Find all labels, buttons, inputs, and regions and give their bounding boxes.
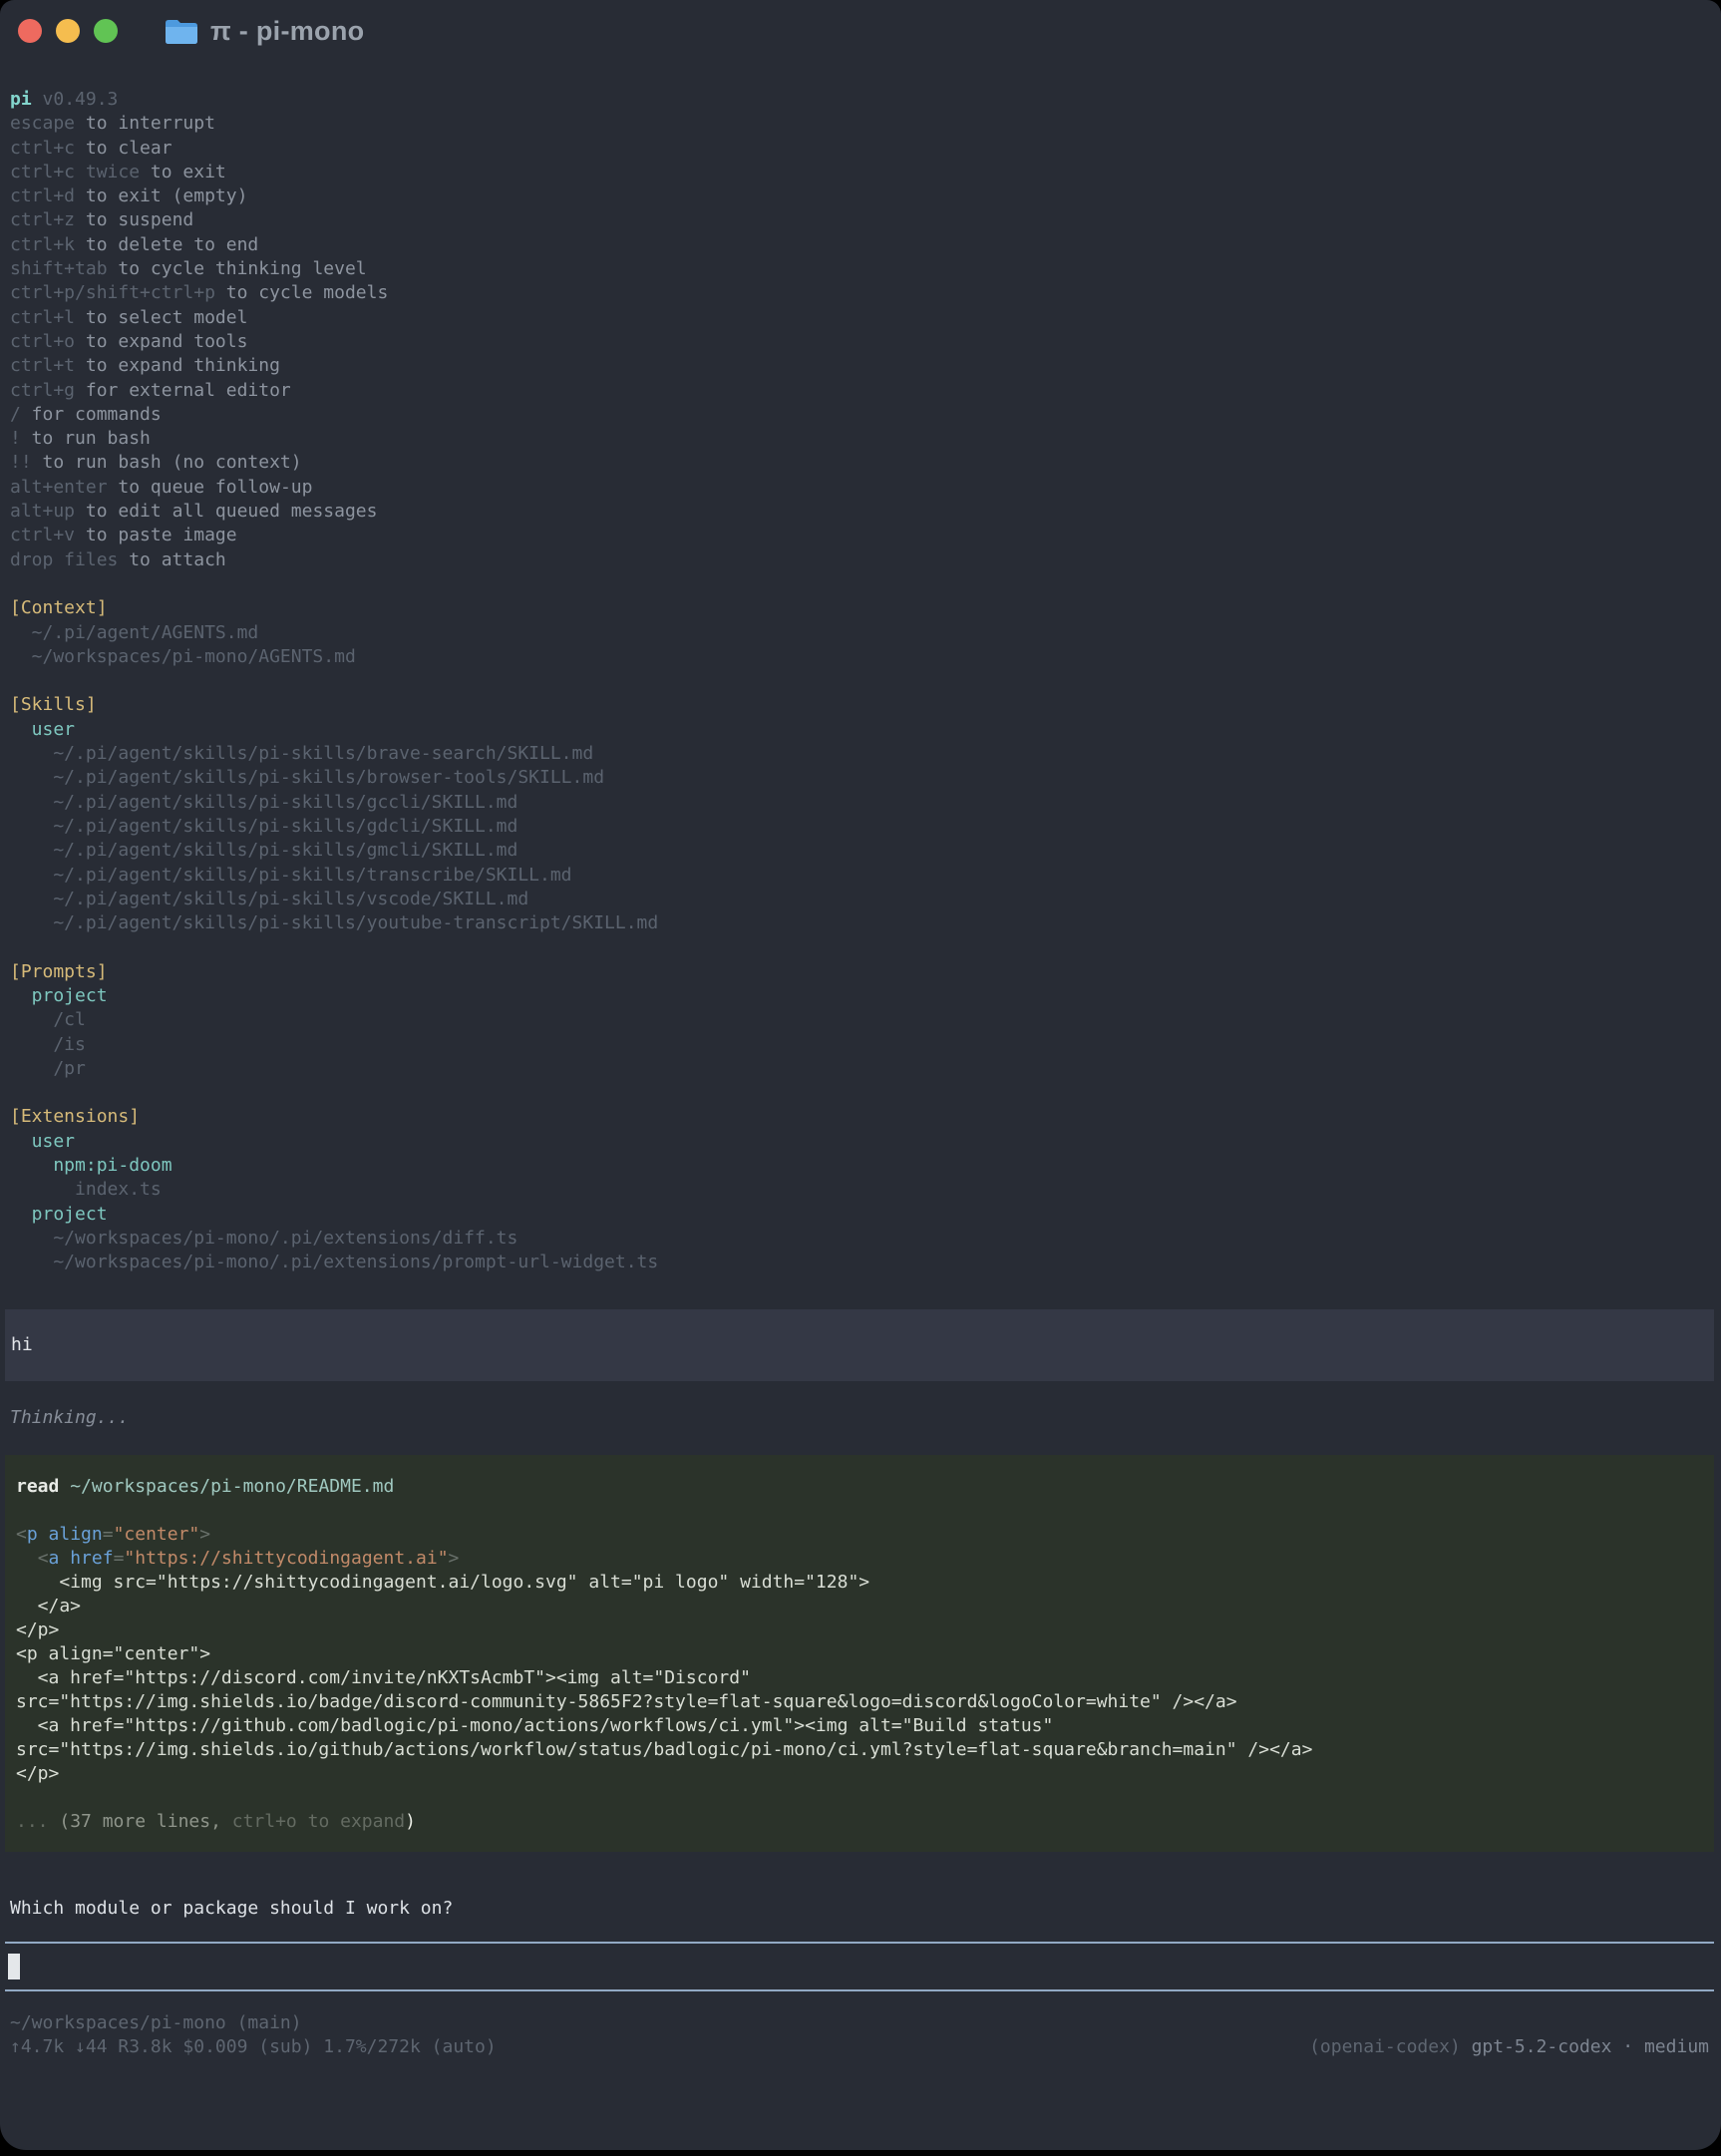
input-separator-bottom bbox=[5, 1989, 1714, 1991]
thinking-indicator: Thinking... bbox=[0, 1406, 1721, 1430]
truncation-notice: ... (37 more lines, ctrl+o to expand) bbox=[11, 1810, 1714, 1834]
help-shortcut: ctrl+c to clear bbox=[0, 137, 1721, 161]
help-shortcut: ctrl+t to expand thinking bbox=[0, 354, 1721, 378]
startup-sections: [Context] ~/.pi/agent/AGENTS.md ~/worksp… bbox=[0, 572, 1721, 1275]
code-line: <p align="center"> bbox=[11, 1523, 1714, 1547]
extension-entry: npm:pi-doom bbox=[0, 1154, 1721, 1178]
skill-file: ~/.pi/agent/skills/pi-skills/transcribe/… bbox=[0, 864, 1721, 888]
blank-line bbox=[0, 572, 1721, 596]
model-info: (openai-codex) gpt-5.2-codex · medium bbox=[1309, 2035, 1709, 2059]
section-header-skills: [Skills] bbox=[0, 693, 1721, 717]
code-line: </p> bbox=[11, 1762, 1714, 1786]
blank-line bbox=[0, 669, 1721, 693]
help-shortcut: shift+tab to cycle thinking level bbox=[0, 257, 1721, 281]
help-shortcut: / for commands bbox=[0, 403, 1721, 427]
terminal-content: pi v0.49.3escape to interruptctrl+c to c… bbox=[0, 62, 1721, 2059]
extensions-scope: user bbox=[0, 1130, 1721, 1154]
model-label: gpt-5.2-codex · medium bbox=[1472, 2036, 1709, 2057]
folder-icon bbox=[164, 16, 199, 46]
code-line: </p> bbox=[11, 1618, 1714, 1642]
help-shortcut: ctrl+g for external editor bbox=[0, 379, 1721, 403]
skill-file: ~/.pi/agent/skills/pi-skills/gccli/SKILL… bbox=[0, 791, 1721, 815]
help-shortcut: ctrl+v to paste image bbox=[0, 524, 1721, 547]
skill-file: ~/.pi/agent/skills/pi-skills/gdcli/SKILL… bbox=[0, 815, 1721, 839]
titlebar: π - pi-mono bbox=[0, 0, 1721, 62]
code-line: <p align="center"> bbox=[11, 1642, 1714, 1666]
code-line: <a href="https://github.com/badlogic/pi-… bbox=[11, 1714, 1714, 1738]
section-header-extensions: [Extensions] bbox=[0, 1105, 1721, 1129]
help-shortcut: ctrl+l to select model bbox=[0, 306, 1721, 330]
code-line: </a> bbox=[11, 1595, 1714, 1618]
prompt-input[interactable] bbox=[5, 1944, 1714, 1989]
help-shortcut: alt+up to edit all queued messages bbox=[0, 500, 1721, 524]
prompt-command: /pr bbox=[0, 1057, 1721, 1081]
minimize-window-button[interactable] bbox=[56, 19, 80, 43]
skill-file: ~/.pi/agent/skills/pi-skills/browser-too… bbox=[0, 766, 1721, 790]
help-shortcut: ctrl+o to expand tools bbox=[0, 330, 1721, 354]
terminal-window: π - pi-mono pi v0.49.3escape to interrup… bbox=[0, 0, 1721, 2150]
assistant-question: Which module or package should I work on… bbox=[0, 1897, 1721, 1921]
help-shortcut: ctrl+d to exit (empty) bbox=[0, 184, 1721, 208]
status-line-stats: ↑4.7k ↓44 R3.8k $0.009 (sub) 1.7%/272k (… bbox=[0, 2035, 1721, 2059]
provider-label: (openai-codex) bbox=[1309, 2036, 1461, 2057]
window-title: π - pi-mono bbox=[210, 16, 364, 47]
app-version: pi v0.49.3 bbox=[0, 88, 1721, 112]
help-shortcut: !! to run bash (no context) bbox=[0, 451, 1721, 475]
help-shortcut: ctrl+k to delete to end bbox=[0, 233, 1721, 257]
code-line: <a href="https://discord.com/invite/nKXT… bbox=[11, 1666, 1714, 1690]
prompts-scope: project bbox=[0, 984, 1721, 1008]
skill-file: ~/.pi/agent/skills/pi-skills/brave-searc… bbox=[0, 742, 1721, 766]
help-shortcut: drop files to attach bbox=[0, 548, 1721, 572]
extension-entry: ~/workspaces/pi-mono/.pi/extensions/prom… bbox=[0, 1251, 1721, 1274]
help-shortcut: ! to run bash bbox=[0, 427, 1721, 451]
tool-call-header: read ~/workspaces/pi-mono/README.md bbox=[11, 1475, 1714, 1499]
help-shortcut: alt+enter to queue follow-up bbox=[0, 476, 1721, 500]
extensions-scope: project bbox=[0, 1203, 1721, 1227]
skill-file: ~/.pi/agent/skills/pi-skills/gmcli/SKILL… bbox=[0, 839, 1721, 863]
user-message: hi bbox=[5, 1309, 1714, 1381]
blank-line bbox=[11, 1786, 1714, 1810]
skill-file: ~/.pi/agent/skills/pi-skills/vscode/SKIL… bbox=[0, 888, 1721, 911]
code-line: <a href="https://shittycodingagent.ai"> bbox=[11, 1547, 1714, 1571]
code-line: src="https://img.shields.io/badge/discor… bbox=[11, 1690, 1714, 1714]
zoom-window-button[interactable] bbox=[94, 19, 118, 43]
prompt-command: /is bbox=[0, 1033, 1721, 1057]
startup-help: pi v0.49.3escape to interruptctrl+c to c… bbox=[0, 88, 1721, 572]
extension-entry: ~/workspaces/pi-mono/.pi/extensions/diff… bbox=[0, 1227, 1721, 1251]
section-header-context: [Context] bbox=[0, 596, 1721, 620]
help-shortcut: ctrl+z to suspend bbox=[0, 208, 1721, 232]
blank-line bbox=[0, 1081, 1721, 1105]
prompt-command: /cl bbox=[0, 1008, 1721, 1032]
help-shortcut: ctrl+c twice to exit bbox=[0, 161, 1721, 184]
extension-entry: index.ts bbox=[0, 1178, 1721, 1202]
code-line: <img src="https://shittycodingagent.ai/l… bbox=[11, 1571, 1714, 1595]
text-cursor bbox=[8, 1954, 20, 1979]
skills-scope: user bbox=[0, 718, 1721, 742]
code-line: src="https://img.shields.io/github/actio… bbox=[11, 1738, 1714, 1762]
status-bar: ~/workspaces/pi-mono (main) ↑4.7k ↓44 R3… bbox=[0, 2011, 1721, 2060]
context-file: ~/.pi/agent/AGENTS.md bbox=[0, 621, 1721, 645]
help-shortcut: ctrl+p/shift+ctrl+p to cycle models bbox=[0, 281, 1721, 305]
context-file: ~/workspaces/pi-mono/AGENTS.md bbox=[0, 645, 1721, 669]
skill-file: ~/.pi/agent/skills/pi-skills/youtube-tra… bbox=[0, 911, 1721, 935]
blank-line bbox=[0, 935, 1721, 959]
section-header-prompts: [Prompts] bbox=[0, 960, 1721, 984]
cwd-text: ~/workspaces/pi-mono (main) bbox=[10, 2011, 302, 2035]
blank-line bbox=[11, 1499, 1714, 1523]
token-stats: ↑4.7k ↓44 R3.8k $0.009 (sub) 1.7%/272k (… bbox=[10, 2035, 497, 2059]
user-message-text: hi bbox=[11, 1334, 33, 1355]
status-line-cwd: ~/workspaces/pi-mono (main) bbox=[0, 2011, 1721, 2035]
help-shortcut: escape to interrupt bbox=[0, 112, 1721, 136]
read-tool-block: read ~/workspaces/pi-mono/README.md <p a… bbox=[5, 1455, 1714, 1852]
close-window-button[interactable] bbox=[18, 19, 42, 43]
